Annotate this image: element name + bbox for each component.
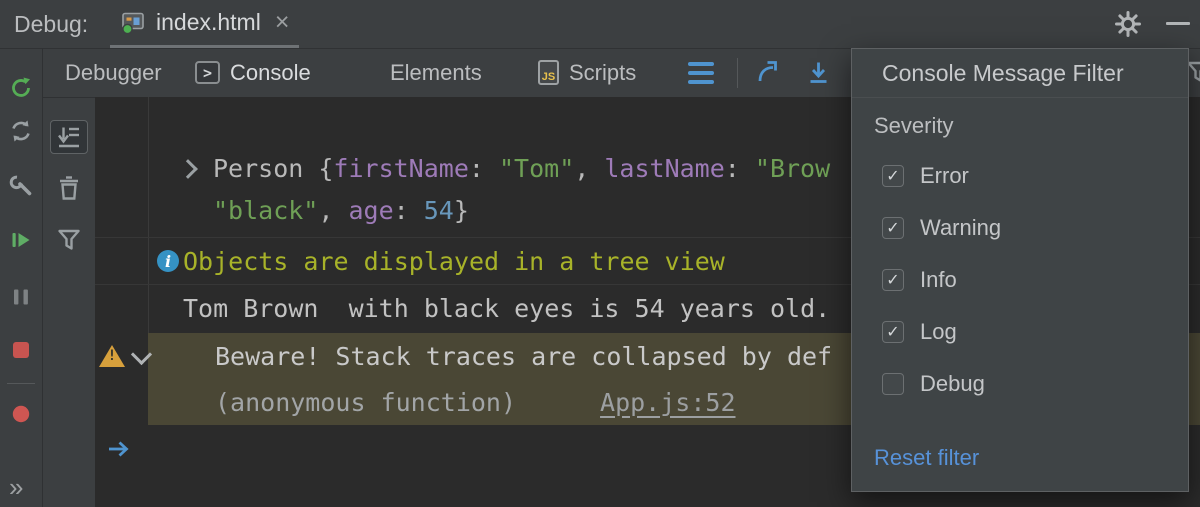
expand-chevron-icon[interactable] [178,159,198,179]
tab-console[interactable]: > Console [195,48,311,97]
toolbar-separator [737,58,738,88]
pause-icon[interactable] [8,284,34,310]
console-message-filter-popup: Console Message Filter Severity ✓ Error ✓ W… [851,48,1189,492]
arrow-down-icon[interactable] [805,59,832,86]
checkbox-log[interactable]: ✓ [882,321,904,343]
settings-gear-icon[interactable] [1114,10,1142,38]
javascript-file-icon: JS [538,60,559,85]
console-token: : [394,196,424,225]
hamburger-bar [688,62,714,66]
js-badge: JS [542,71,555,83]
severity-option-warning[interactable]: ✓ Warning [874,202,1188,254]
severity-option-label: Info [920,267,957,293]
console-token: , [574,154,604,183]
severity-section-label: Severity [874,102,1188,150]
titlebar: Debug: index.html × [0,0,1200,49]
reset-filter-link[interactable]: Reset filter [874,436,1188,480]
console-prompt-arrow-icon [105,435,133,463]
log-message-text: Tom Brown with black eyes is 54 years ol… [183,294,830,323]
filter-funnel-icon[interactable] [55,226,83,254]
severity-option-label: Log [920,319,957,345]
console-token: Person { [213,154,333,183]
debug-window-label: Debug: [14,0,88,48]
console-token: lastName [604,154,724,183]
collapse-chevron-icon[interactable] [131,344,152,365]
tab-console-label: Console [230,60,311,86]
severity-options-list: ✓ Error ✓ Warning ✓ Info ✓ Log Debug [874,150,1188,410]
console-icon-glyph: > [203,64,212,82]
console-token: : [725,154,755,183]
console-token: age [348,196,393,225]
severity-option-label: Warning [920,215,1001,241]
hamburger-bar [688,80,714,84]
app-js-source-link[interactable]: App.js:52 [600,388,735,417]
info-message-text: Objects are displayed in a tree view [183,247,725,276]
tab-scripts[interactable]: JS Scripts [538,48,636,97]
tab-elements[interactable]: Elements [390,48,482,97]
file-tab-label: index.html [156,9,261,36]
more-actions-chevrons[interactable]: » [9,472,23,503]
stack-frame-name: (anonymous function) [215,388,516,417]
debug-tool-window: Debug: index.html × [0,0,1200,507]
tab-elements-label: Elements [390,60,482,86]
layout-menu-icon[interactable] [688,62,714,84]
scroll-to-end-button[interactable] [50,120,88,154]
rerun-icon[interactable] [8,75,34,101]
severity-option-info[interactable]: ✓ Info [874,254,1188,306]
dock-separator [7,383,35,384]
checkbox-error[interactable]: ✓ [882,165,904,187]
checkbox-warning[interactable]: ✓ [882,217,904,239]
hamburger-bar [688,71,714,75]
console-token: "Brow [755,154,830,183]
arrow-up-icon[interactable] [755,59,782,86]
console-token: "black" [213,196,318,225]
wrench-icon[interactable] [8,173,34,199]
console-icon: > [195,61,220,84]
console-token: 54 [424,196,454,225]
checkbox-debug[interactable] [882,373,904,395]
info-icon-glyph: i [165,252,171,271]
console-toolbar-strip [43,97,96,507]
close-icon[interactable]: × [275,10,290,35]
scroll-to-end-icon [56,124,82,150]
popup-body: Severity ✓ Error ✓ Warning ✓ Info ✓ Log Debug Re… [852,98,1188,480]
tab-scripts-label: Scripts [569,60,636,86]
severity-option-debug[interactable]: Debug [874,358,1188,410]
tab-debugger-label: Debugger [65,60,162,86]
info-icon: i [157,250,179,272]
stop-icon[interactable] [8,337,34,363]
warning-message-text: Beware! Stack traces are collapsed by de… [215,342,832,371]
console-token: : [469,154,499,183]
console-token: "Tom" [499,154,574,183]
clear-console-trash-icon[interactable] [55,174,83,202]
popup-title: Console Message Filter [852,49,1188,98]
tab-debugger[interactable]: Debugger [65,48,162,97]
tab-index-html[interactable]: index.html × [110,0,299,48]
mute-breakpoints-icon[interactable] [8,401,34,427]
checkbox-info[interactable]: ✓ [882,269,904,291]
severity-option-label: Error [920,163,969,189]
resume-icon[interactable] [8,227,34,253]
warning-triangle-icon: ! [99,345,125,367]
reload-icon[interactable] [8,118,34,144]
warning-icon-glyph: ! [108,347,116,367]
minimize-icon[interactable] [1166,22,1190,25]
severity-option-error[interactable]: ✓ Error [874,150,1188,202]
console-token: firstName [333,154,468,183]
severity-option-label: Debug [920,371,985,397]
console-token: } [454,196,469,225]
console-token: , [318,196,348,225]
severity-option-log[interactable]: ✓ Log [874,306,1188,358]
html-file-debug-icon [120,11,146,35]
debug-actions-dock: » [0,48,43,507]
